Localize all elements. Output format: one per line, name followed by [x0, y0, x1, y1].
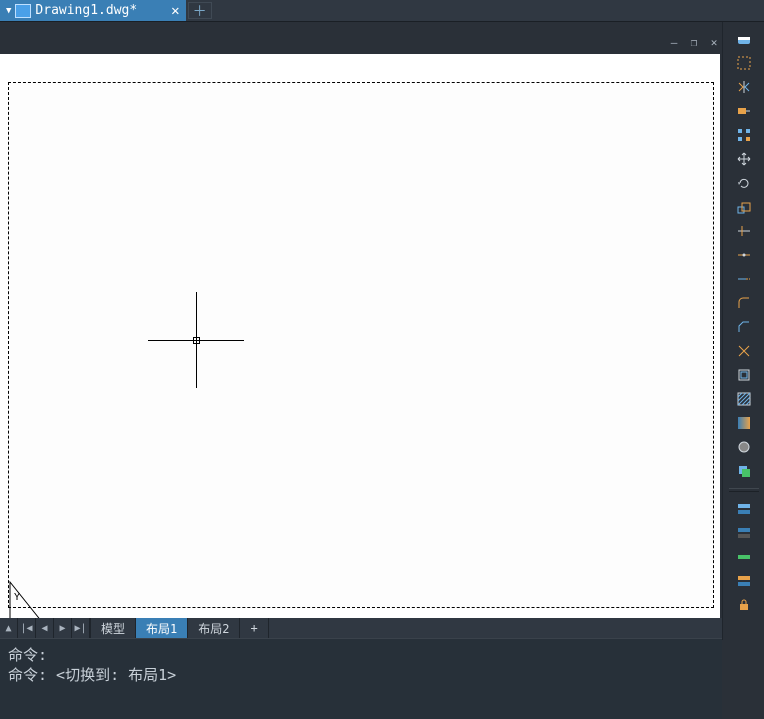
move-icon[interactable]	[733, 148, 755, 170]
layer-freeze-icon[interactable]	[733, 570, 755, 592]
rotate-icon[interactable]	[733, 172, 755, 194]
layer-isolate-icon[interactable]	[733, 546, 755, 568]
gradient-icon[interactable]	[733, 412, 755, 434]
close-icon[interactable]: ✕	[706, 36, 722, 50]
document-tabbar: ▼ Drawing1.dwg* ✕ ＋	[0, 0, 764, 22]
ucs-y-label: Y	[14, 592, 20, 603]
layout-last-button[interactable]: ▶|	[72, 618, 90, 638]
extend-icon[interactable]	[733, 268, 755, 290]
trim-icon[interactable]	[733, 220, 755, 242]
drawing-area-wrap: — ❐ ✕ X Y	[0, 22, 722, 640]
hatch-icon[interactable]	[733, 388, 755, 410]
paper-boundary	[8, 82, 714, 608]
workspace: — ❐ ✕ X Y	[0, 22, 764, 640]
chamfer-icon[interactable]	[733, 316, 755, 338]
layer-manager-icon[interactable]	[733, 498, 755, 520]
layout-first-button[interactable]: |◀	[18, 618, 36, 638]
layout-add-button[interactable]: +	[240, 618, 268, 638]
layout-menu-button[interactable]: ▲	[0, 618, 18, 638]
tab-dropdown-icon[interactable]: ▼	[6, 6, 11, 16]
mdi-window-controls: — ❐ ✕	[666, 36, 722, 50]
offset-icon[interactable]	[733, 364, 755, 386]
select-window-icon[interactable]	[733, 52, 755, 74]
right-tool-palette	[722, 22, 764, 640]
mirror-icon[interactable]	[733, 76, 755, 98]
minimize-icon[interactable]: —	[666, 36, 682, 50]
new-tab-button[interactable]: ＋	[188, 2, 212, 19]
layout-tab-model[interactable]: 模型	[91, 618, 136, 638]
layout-next-button[interactable]: ▶	[54, 618, 72, 638]
array-icon[interactable]	[733, 124, 755, 146]
layout-tab-layout1[interactable]: 布局1	[136, 618, 188, 638]
command-history-line: 命令:	[8, 645, 714, 665]
restore-icon[interactable]: ❐	[686, 36, 702, 50]
document-tab[interactable]: ▼ Drawing1.dwg* ✕	[0, 0, 186, 21]
region-icon[interactable]	[733, 436, 755, 458]
layer-lock-icon[interactable]	[733, 594, 755, 616]
command-window[interactable]: 命令: 命令: <切换到: 布局1>	[0, 638, 722, 719]
dwg-file-icon	[15, 4, 31, 18]
layout-tab-strip: ▲ |◀ ◀ ▶ ▶| 模型 布局1 布局2 +	[0, 618, 722, 638]
fillet-icon[interactable]	[733, 292, 755, 314]
layout-tab-layout2[interactable]: 布局2	[188, 618, 240, 638]
close-tab-icon[interactable]: ✕	[171, 3, 179, 19]
break-at-point-icon[interactable]	[733, 244, 755, 266]
drawing-canvas[interactable]: X Y	[0, 54, 720, 640]
layer-off-icon[interactable]	[733, 522, 755, 544]
explode-icon[interactable]	[733, 340, 755, 362]
draw-order-icon[interactable]	[733, 460, 755, 482]
document-tab-title: Drawing1.dwg*	[35, 3, 137, 18]
stretch-icon[interactable]	[733, 100, 755, 122]
layout-prev-button[interactable]: ◀	[36, 618, 54, 638]
eraser-icon[interactable]	[733, 28, 755, 50]
scale-icon[interactable]	[733, 196, 755, 218]
command-history-line: 命令: <切换到: 布局1>	[8, 665, 714, 685]
palette-separator	[729, 488, 759, 492]
